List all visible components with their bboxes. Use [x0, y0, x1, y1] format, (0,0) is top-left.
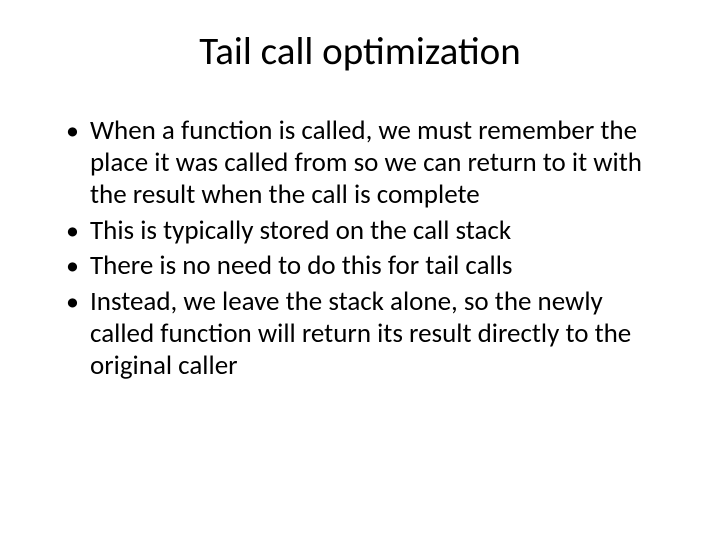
list-item: There is no need to do this for tail cal…: [60, 250, 660, 282]
bullet-list: When a function is called, we must remem…: [60, 115, 660, 382]
list-item: Instead, we leave the stack alone, so th…: [60, 286, 660, 382]
list-item: When a function is called, we must remem…: [60, 115, 660, 211]
slide-title: Tail call optimization: [60, 28, 660, 75]
slide: Tail call optimization When a function i…: [0, 0, 720, 540]
list-item: This is typically stored on the call sta…: [60, 215, 660, 247]
